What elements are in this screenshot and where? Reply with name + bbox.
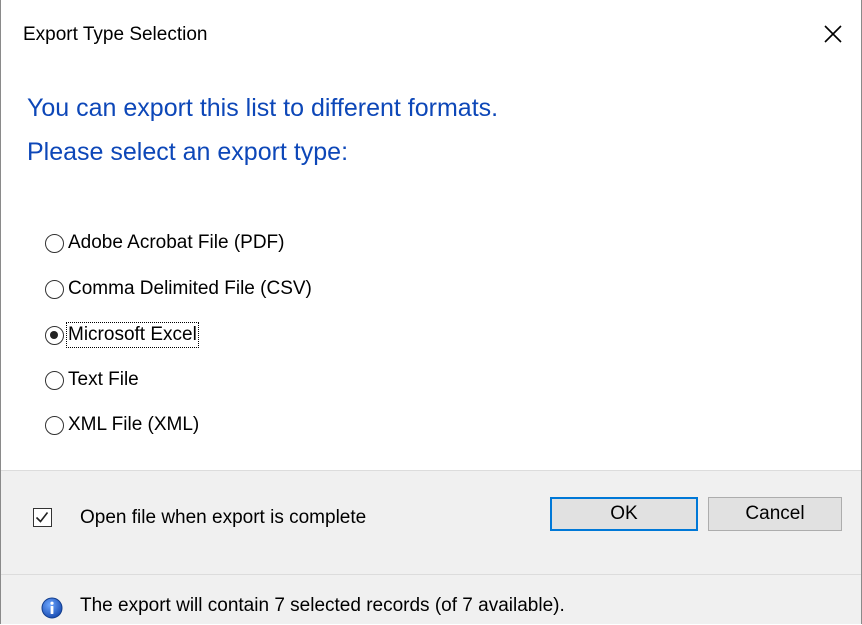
export-type-dialog: Export Type Selection You can export thi…	[0, 0, 862, 624]
radio-label: Text File	[68, 369, 139, 390]
radio-button[interactable]	[45, 233, 64, 253]
radio-option-pdf[interactable]: Adobe Acrobat File (PDF)	[45, 230, 284, 256]
close-button[interactable]	[805, 8, 861, 60]
heading-line-1: You can export this list to different fo…	[27, 94, 499, 122]
radio-button[interactable]	[45, 415, 64, 435]
cancel-button[interactable]: Cancel	[708, 497, 842, 531]
footer-divider	[1, 574, 861, 575]
title-bar: Export Type Selection	[1, 0, 861, 72]
radio-option-text[interactable]: Text File	[45, 367, 139, 393]
radio-label: Microsoft Excel	[66, 322, 199, 348]
radio-button[interactable]	[45, 279, 64, 299]
ok-button[interactable]: OK	[550, 497, 698, 531]
radio-label: XML File (XML)	[68, 414, 200, 435]
radio-option-xml[interactable]: XML File (XML)	[45, 412, 199, 438]
checkmark-icon	[35, 512, 49, 523]
radio-label: Comma Delimited File (CSV)	[68, 278, 312, 299]
radio-option-csv[interactable]: Comma Delimited File (CSV)	[45, 276, 312, 302]
radio-option-excel[interactable]: Microsoft Excel	[45, 322, 199, 348]
close-icon	[824, 25, 842, 43]
radio-label: Adobe Acrobat File (PDF)	[68, 232, 285, 253]
info-icon	[41, 597, 63, 619]
window-title: Export Type Selection	[23, 24, 208, 45]
heading-line-2: Please select an export type:	[27, 138, 349, 166]
radio-button-selected[interactable]	[45, 325, 64, 345]
open-file-checkbox[interactable]	[33, 508, 52, 527]
status-message: The export will contain 7 selected recor…	[80, 595, 565, 616]
radio-button[interactable]	[45, 370, 64, 390]
dialog-footer: Open file when export is complete OK Can…	[1, 470, 861, 624]
open-file-label: Open file when export is complete	[80, 507, 367, 528]
